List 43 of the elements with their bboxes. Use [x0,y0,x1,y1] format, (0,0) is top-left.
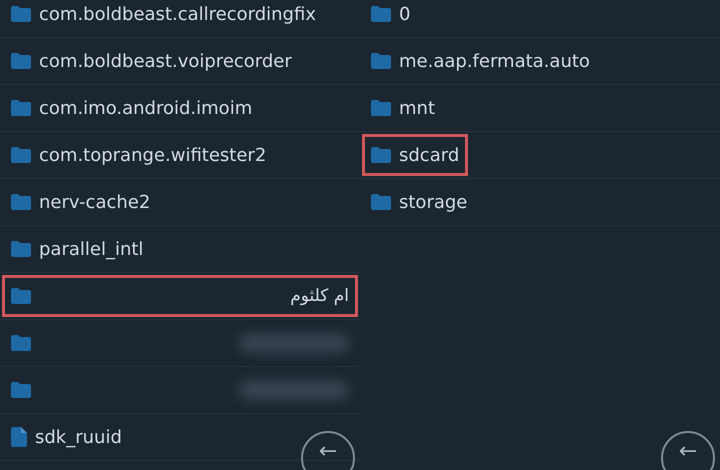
file-row[interactable]: com.toprange.wifitester2 [2,134,276,176]
folder-icon [11,382,31,398]
back-button[interactable]: ← [661,431,715,470]
file-name: com.imo.android.imoim [39,98,252,118]
file-name: nerv-cache2 [39,192,150,212]
folder-icon [11,147,31,163]
file-name: sdk_ruuid [35,426,122,448]
file-name: com.toprange.wifitester2 [39,144,266,166]
file-name: parallel_intl [39,238,144,260]
folder-icon [371,194,391,210]
file-row[interactable]: nerv-cache2 [2,181,160,223]
file-row[interactable]: com.boldbeast.voiprecorder [2,40,301,82]
folder-icon [11,6,31,22]
highlighted-file-row[interactable]: sdcard [362,134,468,176]
folder-icon [11,335,31,351]
folder-icon [11,53,31,69]
folder-icon [11,194,31,210]
folder-icon [371,6,391,22]
highlighted-file-row[interactable]: ام كلثوم [2,275,358,317]
file-row[interactable]: com.boldbeast.callrecordingfix [2,0,325,35]
file-row[interactable]: parallel_intl [2,228,152,270]
folder-icon [11,100,31,116]
file-name: 0 [399,4,410,24]
folder-icon [371,147,391,163]
file-row[interactable]: 0 [362,0,420,35]
file-icon [11,427,27,447]
file-row[interactable]: com.imo.android.imoim [2,87,262,129]
file-name: com.boldbeast.voiprecorder [39,50,292,72]
folder-icon [11,288,31,304]
file-name: me.aap.fermata.auto [399,50,590,72]
file-row[interactable]: me.aap.fermata.auto [362,40,599,82]
file-name: com.boldbeast.callrecordingfix [39,4,316,24]
back-button[interactable]: ← [301,431,355,470]
folder-icon [11,241,31,257]
file-row[interactable]: storage [362,181,476,223]
file-name: ام كلثوم [290,286,349,306]
file-row[interactable]: sdk_ruuid [2,416,131,458]
folder-icon [371,53,391,69]
file-name: mnt [399,98,435,118]
folder-icon [371,100,391,116]
file-name: sdcard [399,144,460,166]
file-row[interactable]: mnt [362,87,444,129]
file-name: storage [399,192,468,212]
